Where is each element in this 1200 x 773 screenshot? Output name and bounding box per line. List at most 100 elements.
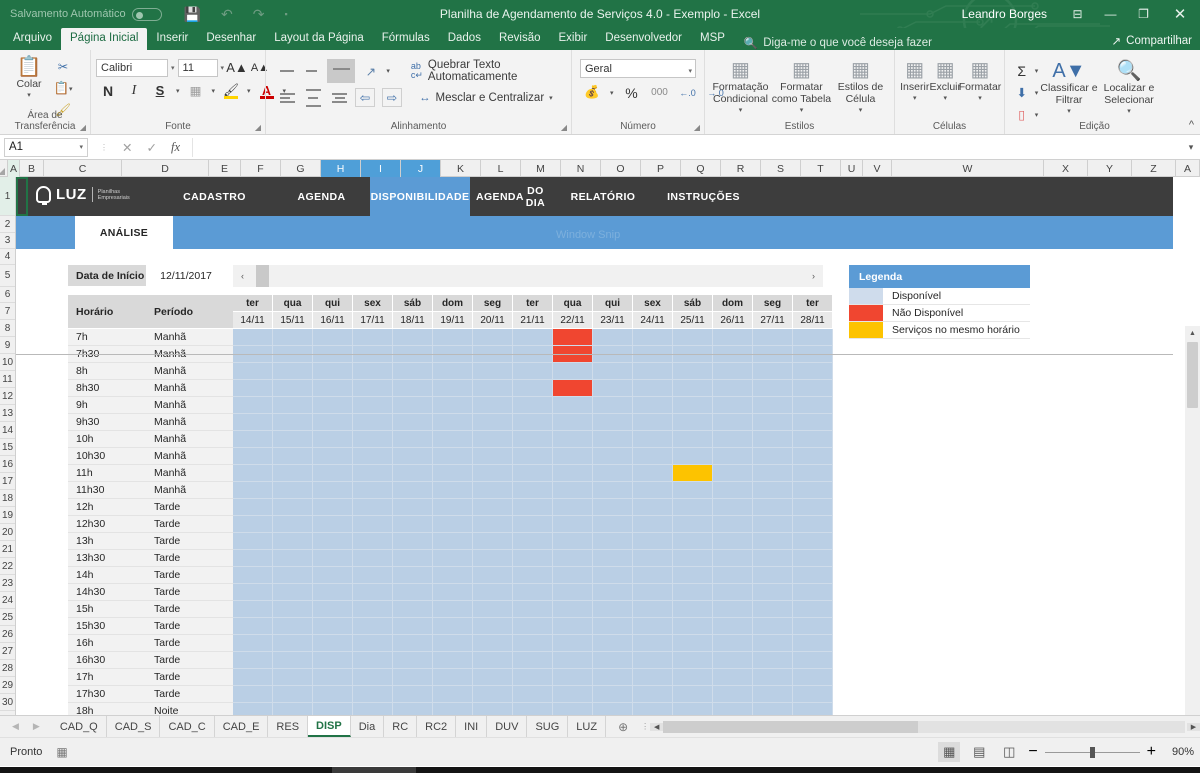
align-top-icon[interactable] — [277, 62, 296, 80]
column-header-h-7[interactable]: H — [321, 160, 361, 177]
matrix-cell-20-12[interactable] — [713, 669, 753, 686]
matrix-cell-19-7[interactable] — [513, 652, 553, 669]
borders-icon[interactable]: ▦ — [186, 81, 206, 100]
matrix-cell-0-12[interactable] — [713, 329, 753, 346]
sheet-tab-rc2[interactable]: RC2 — [417, 716, 456, 737]
matrix-cell-13-3[interactable] — [353, 550, 393, 567]
sort-filter-button[interactable]: A▼ Classificar e Filtrar ▾ — [1040, 57, 1098, 118]
matrix-cell-0-5[interactable] — [433, 329, 473, 346]
matrix-cell-12-5[interactable] — [433, 533, 473, 550]
share-button[interactable]: ↗ Compartilhar — [1112, 34, 1192, 48]
sheet-tab-cad_q[interactable]: CAD_Q — [52, 716, 107, 737]
matrix-cell-6-2[interactable] — [313, 431, 353, 448]
matrix-cell-5-0[interactable] — [233, 414, 273, 431]
matrix-cell-15-3[interactable] — [353, 584, 393, 601]
matrix-cell-11-14[interactable] — [793, 516, 833, 533]
matrix-cell-10-12[interactable] — [713, 499, 753, 516]
column-header-d-3[interactable]: D — [122, 160, 209, 177]
underline-button[interactable]: S — [150, 81, 170, 100]
matrix-cell-19-12[interactable] — [713, 652, 753, 669]
matrix-cell-11-7[interactable] — [513, 516, 553, 533]
matrix-cell-13-6[interactable] — [473, 550, 513, 567]
matrix-cell-18-11[interactable] — [673, 635, 713, 652]
row-header-28[interactable]: 28 — [0, 660, 15, 677]
increase-indent-icon[interactable]: ⇨ — [382, 88, 402, 107]
hscroll-left-icon[interactable]: ◀ — [650, 723, 663, 731]
matrix-cell-3-3[interactable] — [353, 380, 393, 397]
matrix-cell-18-12[interactable] — [713, 635, 753, 652]
matrix-cell-17-1[interactable] — [273, 618, 313, 635]
column-header-k-10[interactable]: K — [441, 160, 481, 177]
matrix-cell-21-12[interactable] — [713, 686, 753, 703]
italic-button[interactable]: I — [124, 81, 144, 100]
number-dialog-launcher[interactable]: ◢ — [694, 123, 700, 132]
sheet-tab-rc[interactable]: RC — [384, 716, 417, 737]
matrix-cell-14-11[interactable] — [673, 567, 713, 584]
matrix-cell-18-8[interactable] — [553, 635, 593, 652]
matrix-cell-15-8[interactable] — [553, 584, 593, 601]
matrix-cell-17-7[interactable] — [513, 618, 553, 635]
row-header-29[interactable]: 29 — [0, 677, 15, 694]
matrix-cell-13-7[interactable] — [513, 550, 553, 567]
matrix-cell-16-11[interactable] — [673, 601, 713, 618]
matrix-cell-14-12[interactable] — [713, 567, 753, 584]
matrix-cell-19-14[interactable] — [793, 652, 833, 669]
matrix-cell-3-2[interactable] — [313, 380, 353, 397]
matrix-cell-16-6[interactable] — [473, 601, 513, 618]
matrix-cell-3-14[interactable] — [793, 380, 833, 397]
matrix-cell-8-12[interactable] — [713, 465, 753, 482]
matrix-cell-3-8[interactable] — [553, 380, 593, 397]
matrix-cell-8-13[interactable] — [753, 465, 793, 482]
matrix-cell-13-0[interactable] — [233, 550, 273, 567]
matrix-cell-0-11[interactable] — [673, 329, 713, 346]
matrix-cell-14-13[interactable] — [753, 567, 793, 584]
matrix-cell-16-9[interactable] — [593, 601, 633, 618]
matrix-cell-4-0[interactable] — [233, 397, 273, 414]
matrix-cell-4-9[interactable] — [593, 397, 633, 414]
matrix-cell-10-11[interactable] — [673, 499, 713, 516]
matrix-cell-0-9[interactable] — [593, 329, 633, 346]
row-header-9[interactable]: 9 — [0, 337, 15, 354]
matrix-cell-3-1[interactable] — [273, 380, 313, 397]
matrix-cell-14-2[interactable] — [313, 567, 353, 584]
app-nav-tab-agenda[interactable]: AGENDA — [273, 177, 370, 216]
tell-me-box[interactable]: 🔍 Diga-me o que você deseja fazer — [734, 36, 932, 50]
matrix-cell-12-7[interactable] — [513, 533, 553, 550]
matrix-cell-12-11[interactable] — [673, 533, 713, 550]
sheet-tab-disp[interactable]: DISP — [308, 716, 351, 737]
matrix-cell-11-12[interactable] — [713, 516, 753, 533]
cancel-icon[interactable]: ✕ — [122, 140, 132, 155]
matrix-cell-17-8[interactable] — [553, 618, 593, 635]
column-header-q-16[interactable]: Q — [681, 160, 721, 177]
matrix-cell-9-14[interactable] — [793, 482, 833, 499]
fill-color-icon[interactable]: 🖌 — [221, 81, 241, 100]
ribbon-tab-inserir[interactable]: Inserir — [147, 28, 197, 50]
matrix-cell-11-6[interactable] — [473, 516, 513, 533]
row-header-4[interactable]: 4 — [0, 249, 15, 265]
matrix-cell-21-2[interactable] — [313, 686, 353, 703]
matrix-cell-4-6[interactable] — [473, 397, 513, 414]
matrix-cell-19-0[interactable] — [233, 652, 273, 669]
matrix-cell-7-5[interactable] — [433, 448, 473, 465]
matrix-cell-0-0[interactable] — [233, 329, 273, 346]
matrix-cell-5-12[interactable] — [713, 414, 753, 431]
matrix-cell-0-10[interactable] — [633, 329, 673, 346]
font-size-input[interactable]: 11 — [178, 59, 218, 77]
matrix-cell-15-0[interactable] — [233, 584, 273, 601]
sheet-next-icon[interactable]: ▶ — [33, 721, 40, 732]
matrix-cell-21-4[interactable] — [393, 686, 433, 703]
matrix-cell-13-5[interactable] — [433, 550, 473, 567]
matrix-cell-2-8[interactable] — [553, 363, 593, 380]
matrix-cell-11-9[interactable] — [593, 516, 633, 533]
matrix-cell-13-4[interactable] — [393, 550, 433, 567]
matrix-cell-6-6[interactable] — [473, 431, 513, 448]
sheet-tab-cad_c[interactable]: CAD_C — [160, 716, 214, 737]
matrix-cell-19-11[interactable] — [673, 652, 713, 669]
matrix-cell-8-11[interactable] — [673, 465, 713, 482]
matrix-cell-4-10[interactable] — [633, 397, 673, 414]
matrix-cell-18-5[interactable] — [433, 635, 473, 652]
redo-icon[interactable]: ↷ — [253, 7, 265, 21]
matrix-cell-9-4[interactable] — [393, 482, 433, 499]
fx-icon[interactable]: fx — [171, 140, 180, 155]
matrix-cell-11-13[interactable] — [753, 516, 793, 533]
